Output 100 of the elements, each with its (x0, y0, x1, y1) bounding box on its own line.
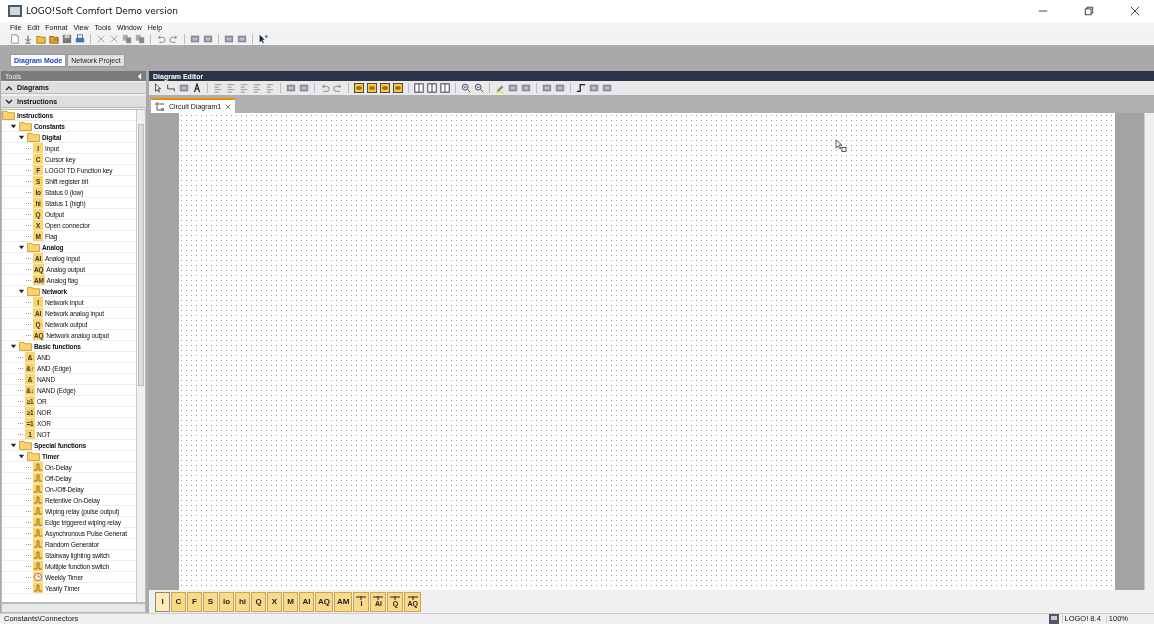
text-tool-icon[interactable] (192, 83, 202, 93)
constant-block-icon[interactable] (393, 83, 403, 93)
vertical-scrollbar[interactable] (1144, 113, 1154, 590)
cut-icon[interactable] (109, 33, 119, 44)
constant-block-icon[interactable] (380, 83, 390, 93)
block-icon[interactable] (508, 83, 518, 93)
block-icon[interactable] (190, 33, 200, 44)
window-title: LOGO!Soft Comfort Demo version (26, 6, 178, 16)
timer-icon (33, 528, 43, 538)
collapse-arrow-icon[interactable] (10, 441, 17, 449)
collapse-panel-icon[interactable] (137, 72, 142, 80)
collapse-arrow-icon[interactable] (10, 342, 17, 350)
timer-icon (33, 550, 43, 560)
constant-block-icon[interactable] (354, 83, 364, 93)
block-button[interactable]: X (267, 591, 282, 612)
connector-mark-icon (390, 596, 401, 600)
frame-icon[interactable] (414, 83, 424, 93)
open-file-icon[interactable] (36, 33, 46, 44)
timer-icon (33, 517, 43, 527)
block-button[interactable]: C (171, 591, 186, 612)
paste-icon[interactable] (135, 33, 145, 44)
timer-icon (33, 462, 43, 472)
pen-icon[interactable] (495, 83, 505, 93)
block-icon[interactable] (203, 33, 213, 44)
pointer-icon[interactable] (153, 83, 163, 93)
collapse-arrow-icon[interactable] (18, 287, 25, 295)
timer-icon (33, 561, 43, 571)
align-icon[interactable] (213, 83, 223, 93)
connector-mark-icon (373, 596, 384, 600)
block-icon[interactable] (542, 83, 552, 93)
undo-icon[interactable] (320, 83, 330, 93)
frame-icon[interactable] (440, 83, 450, 93)
clock-icon (33, 572, 43, 582)
frame-icon[interactable] (427, 83, 437, 93)
block-icon[interactable] (237, 33, 247, 44)
connector-mark-icon (356, 596, 367, 600)
redo-icon[interactable] (333, 83, 343, 93)
close-tab-icon[interactable] (225, 103, 232, 110)
undo-icon[interactable] (156, 33, 166, 44)
app-icon (8, 5, 22, 17)
new-file-icon[interactable] (10, 33, 20, 44)
connector-icon[interactable] (166, 83, 176, 93)
connector-mark-icon (407, 596, 418, 600)
copy-icon[interactable] (122, 33, 132, 44)
timer-icon (33, 506, 43, 516)
block-button[interactable]: I (155, 591, 170, 612)
print-icon[interactable] (75, 33, 85, 44)
help-pointer-icon[interactable] (258, 33, 268, 44)
block-button[interactable]: AI (299, 591, 314, 612)
close-icon[interactable] (1130, 6, 1140, 16)
vertical-scrollbar[interactable] (136, 110, 145, 602)
block-button[interactable]: Q (251, 591, 266, 612)
align-icon[interactable] (226, 83, 236, 93)
block-icon[interactable] (286, 83, 296, 93)
horizontal-scrollbar[interactable] (1, 603, 146, 613)
diagram-canvas[interactable] (179, 113, 1115, 590)
step-icon[interactable] (576, 83, 586, 93)
constant-block-icon[interactable] (367, 83, 377, 93)
restore-icon[interactable] (1084, 6, 1094, 16)
block-icon[interactable] (299, 83, 309, 93)
block-button[interactable]: AM (334, 591, 353, 612)
cut-icon[interactable] (96, 33, 106, 44)
block-icon[interactable] (521, 83, 531, 93)
redo-icon[interactable] (169, 33, 179, 44)
zoom-in-icon[interactable] (461, 83, 471, 93)
timer-icon (33, 539, 43, 549)
block-button[interactable]: M (283, 591, 298, 612)
block-icon[interactable] (555, 83, 565, 93)
folder-icon (27, 286, 40, 296)
block-icon[interactable] (602, 83, 612, 93)
timer-icon (33, 495, 43, 505)
block-button[interactable]: AQ (315, 591, 333, 612)
block-button[interactable]: S (203, 591, 218, 612)
collapse-arrow-icon[interactable] (18, 133, 25, 141)
folder-icon (19, 121, 32, 131)
diagram-icon (155, 101, 165, 112)
folder-icon (27, 242, 40, 252)
align-icon[interactable] (265, 83, 275, 93)
folder-icon (19, 440, 32, 450)
collapse-arrow-icon[interactable] (10, 122, 17, 130)
save-icon[interactable] (62, 33, 72, 44)
chevron-up-icon (5, 84, 13, 91)
download-icon[interactable] (23, 33, 33, 44)
device-icon (1048, 614, 1059, 624)
timer-icon (33, 583, 43, 593)
block-button[interactable]: hi (235, 591, 250, 612)
collapse-arrow-icon[interactable] (18, 243, 25, 251)
align-icon[interactable] (239, 83, 249, 93)
align-icon[interactable] (252, 83, 262, 93)
timer-icon (33, 484, 43, 494)
timer-icon (33, 473, 43, 483)
folder-icon (27, 451, 40, 461)
block-icon[interactable] (224, 33, 234, 44)
folder-icon[interactable] (49, 33, 59, 44)
block-button[interactable]: lo (219, 591, 234, 612)
block-button[interactable]: F (187, 591, 202, 612)
chevron-down-icon (5, 98, 13, 105)
zoom-out-icon[interactable] (474, 83, 484, 93)
folder-icon (27, 132, 40, 142)
collapse-arrow-icon[interactable] (18, 452, 25, 460)
